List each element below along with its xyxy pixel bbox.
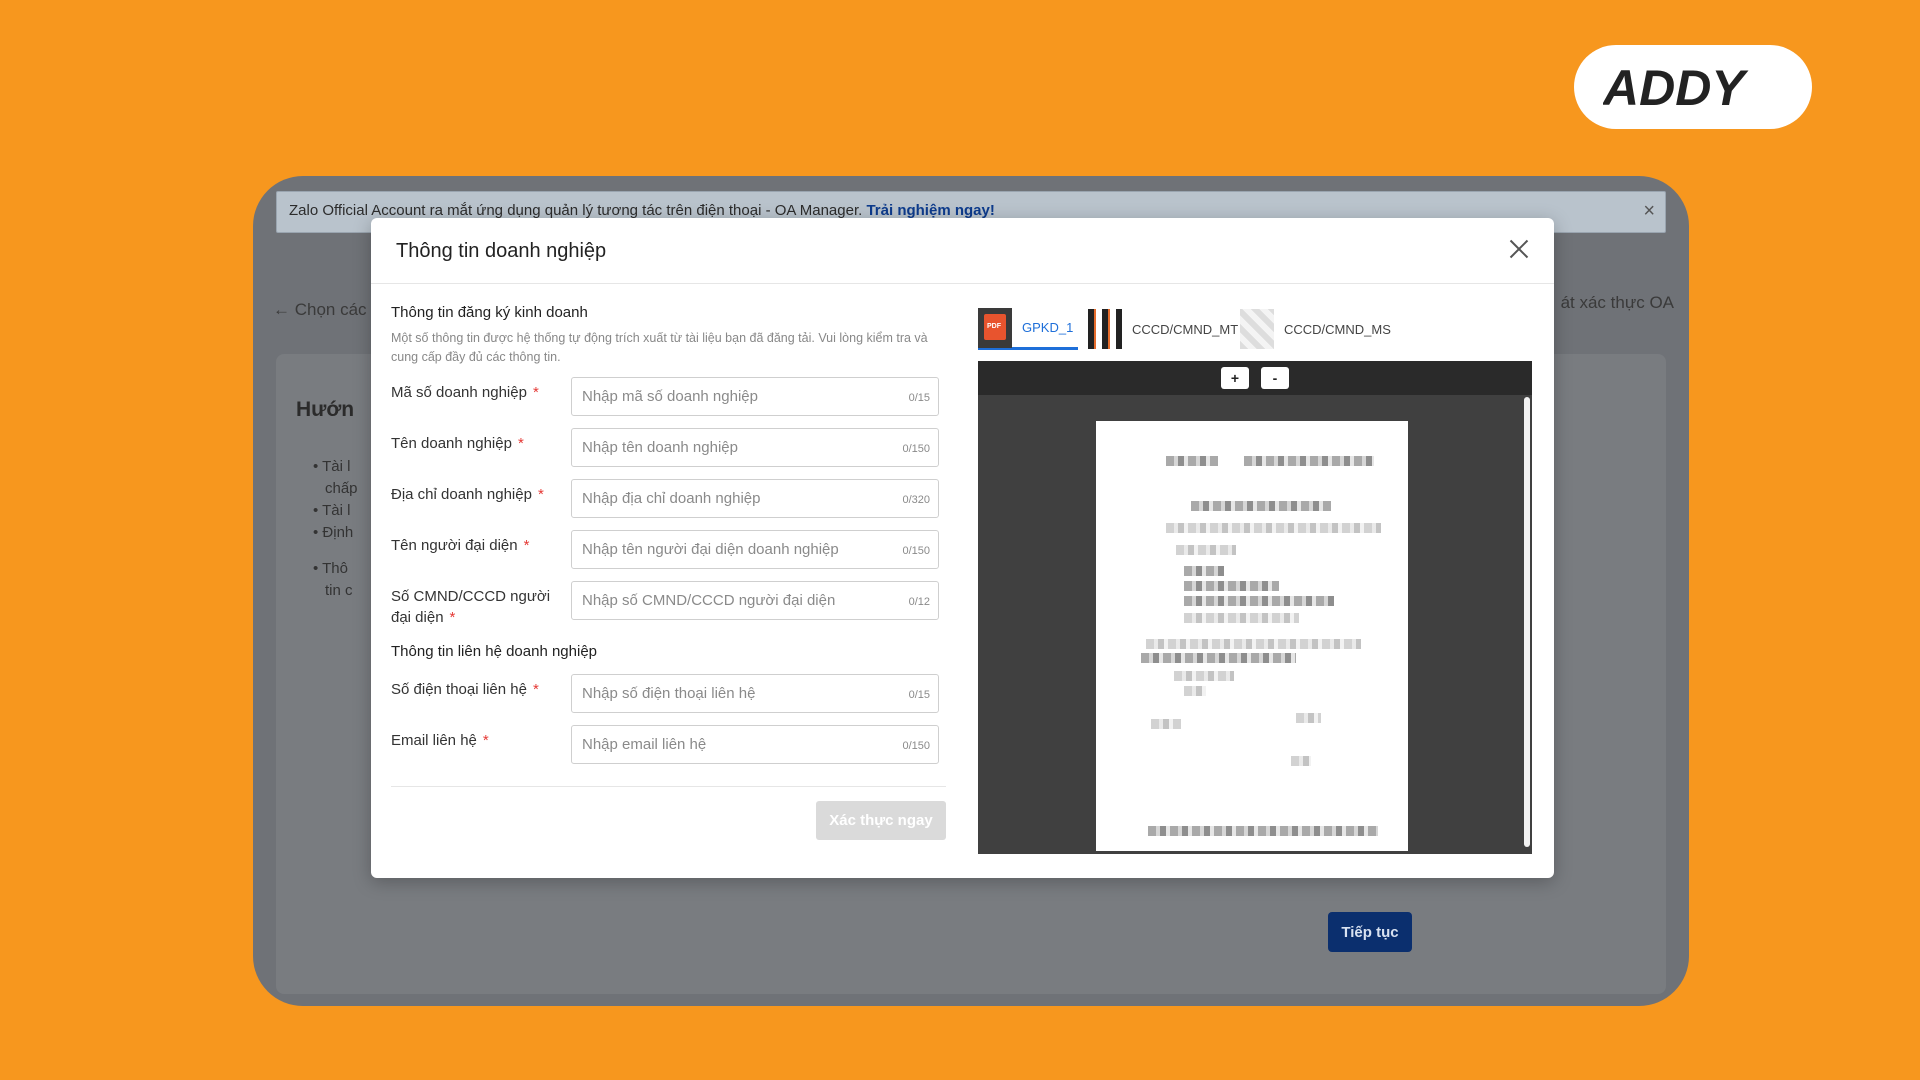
business-info-modal: Thông tin doanh nghiệp Thông tin đăng ký…: [371, 218, 1554, 878]
banner-text: Zalo Official Account ra mắt ứng dụng qu…: [289, 202, 863, 219]
tab-cccd-front[interactable]: CCCD/CMND_MT: [1088, 308, 1238, 350]
image-thumbnail-icon: [1088, 309, 1122, 349]
banner-close-icon[interactable]: ×: [1643, 200, 1655, 223]
page-right-title: át xác thực OA: [1560, 293, 1674, 312]
modal-header: Thông tin doanh nghiệp: [371, 218, 1554, 284]
viewer-toolbar: + -: [978, 361, 1532, 395]
tab-label: CCCD/CMND_MS: [1284, 321, 1391, 337]
continue-button[interactable]: Tiếp tục: [1328, 912, 1412, 952]
representative-id-input[interactable]: Nhập số CMND/CCCD người đại diện 0/12: [571, 581, 939, 620]
document-tabs: PDF GPKD_1 CCCD/CMND_MT CCCD/CMND_MS: [978, 307, 1532, 350]
close-icon[interactable]: [1506, 236, 1532, 262]
modal-title: Thông tin doanh nghiệp: [396, 240, 607, 262]
tab-label: CCCD/CMND_MT: [1132, 321, 1239, 337]
section-title: Thông tin liên hệ doanh nghiệp: [391, 643, 598, 660]
field-label: Email liên hệ *: [391, 732, 489, 749]
list-item: chấp: [325, 480, 358, 497]
tab-label: GPKD_1: [1022, 320, 1074, 335]
field-label: Mã số doanh nghiệp *: [391, 384, 539, 401]
field-label: Số điện thoại liên hệ *: [391, 681, 539, 698]
addy-logo: ADDY: [1574, 45, 1812, 129]
list-item: [313, 544, 358, 558]
form-row: Tên người đại diện * Nhập tên người đại d…: [391, 530, 948, 581]
business-form: Thông tin đăng ký kinh doanh Một số thôn…: [391, 304, 948, 776]
form-row: Số điện thoại liên hệ * Nhập số điện thoạ…: [391, 674, 948, 725]
form-row: Mã số doanh nghiệp * Nhập mã số doanh ngh…: [391, 377, 948, 428]
viewer-scrollbar[interactable]: [1524, 397, 1530, 847]
field-label: Tên người đại diện *: [391, 537, 530, 554]
business-address-input[interactable]: Nhập địa chỉ doanh nghiệp 0/320: [571, 479, 939, 518]
field-label: Tên doanh nghiệp *: [391, 435, 524, 452]
document-viewer: + -: [978, 361, 1532, 854]
section-description: Một số thông tin được hệ thống tự động t…: [391, 331, 928, 364]
tab-cccd-back[interactable]: CCCD/CMND_MS: [1240, 308, 1391, 350]
tab-gpkd-1[interactable]: PDF GPKD_1: [978, 307, 1078, 350]
form-row: Email liên hệ * Nhập email liên hệ 0/150: [391, 725, 948, 776]
zoom-out-button[interactable]: -: [1261, 367, 1289, 389]
list-item: tin c: [325, 582, 353, 599]
field-label: Số CMND/CCCD người đại diện *: [391, 588, 551, 626]
form-row: Tên doanh nghiệp * Nhập tên doanh nghiệp 0…: [391, 428, 948, 479]
addy-logo-mark: ADDY: [1603, 61, 1749, 113]
pdf-icon: PDF: [978, 307, 1012, 348]
business-code-input[interactable]: Nhập mã số doanh nghiệp 0/15: [571, 377, 939, 416]
list-item: • Tài l: [313, 502, 351, 519]
list-item: • Tài l: [313, 458, 351, 475]
zoom-in-button[interactable]: +: [1221, 367, 1249, 389]
section-title: Thông tin đăng ký kinh doanh: [391, 304, 588, 321]
banner-link[interactable]: Trải nghiệm ngay!: [866, 202, 994, 219]
business-name-input[interactable]: Nhập tên doanh nghiệp 0/150: [571, 428, 939, 467]
contact-email-input[interactable]: Nhập email liên hệ 0/150: [571, 725, 939, 764]
field-label: Địa chỉ doanh nghiệp *: [391, 486, 544, 503]
list-item: • Thô: [313, 560, 348, 577]
list-item: • Định: [313, 524, 354, 541]
card-heading: Hướn: [296, 398, 355, 421]
form-divider: [391, 786, 946, 787]
guide-list: • Tài l chấp • Tài l • Định • Thô tin c: [313, 456, 358, 602]
image-thumbnail-icon: [1240, 309, 1274, 349]
verify-button[interactable]: Xác thực ngay: [816, 801, 946, 840]
document-page-preview: [1096, 421, 1408, 851]
form-row: Số CMND/CCCD người đại diện * Nhập số CMN…: [391, 581, 948, 641]
contact-phone-input[interactable]: Nhập số điện thoại liên hệ 0/15: [571, 674, 939, 713]
svg-text:ADDY: ADDY: [1603, 61, 1749, 113]
back-link[interactable]: ← Chọn các: [273, 300, 367, 320]
form-row: Địa chỉ doanh nghiệp * Nhập địa chỉ doanh…: [391, 479, 948, 530]
representative-name-input[interactable]: Nhập tên người đại diện doanh nghiệp 0/15…: [571, 530, 939, 569]
